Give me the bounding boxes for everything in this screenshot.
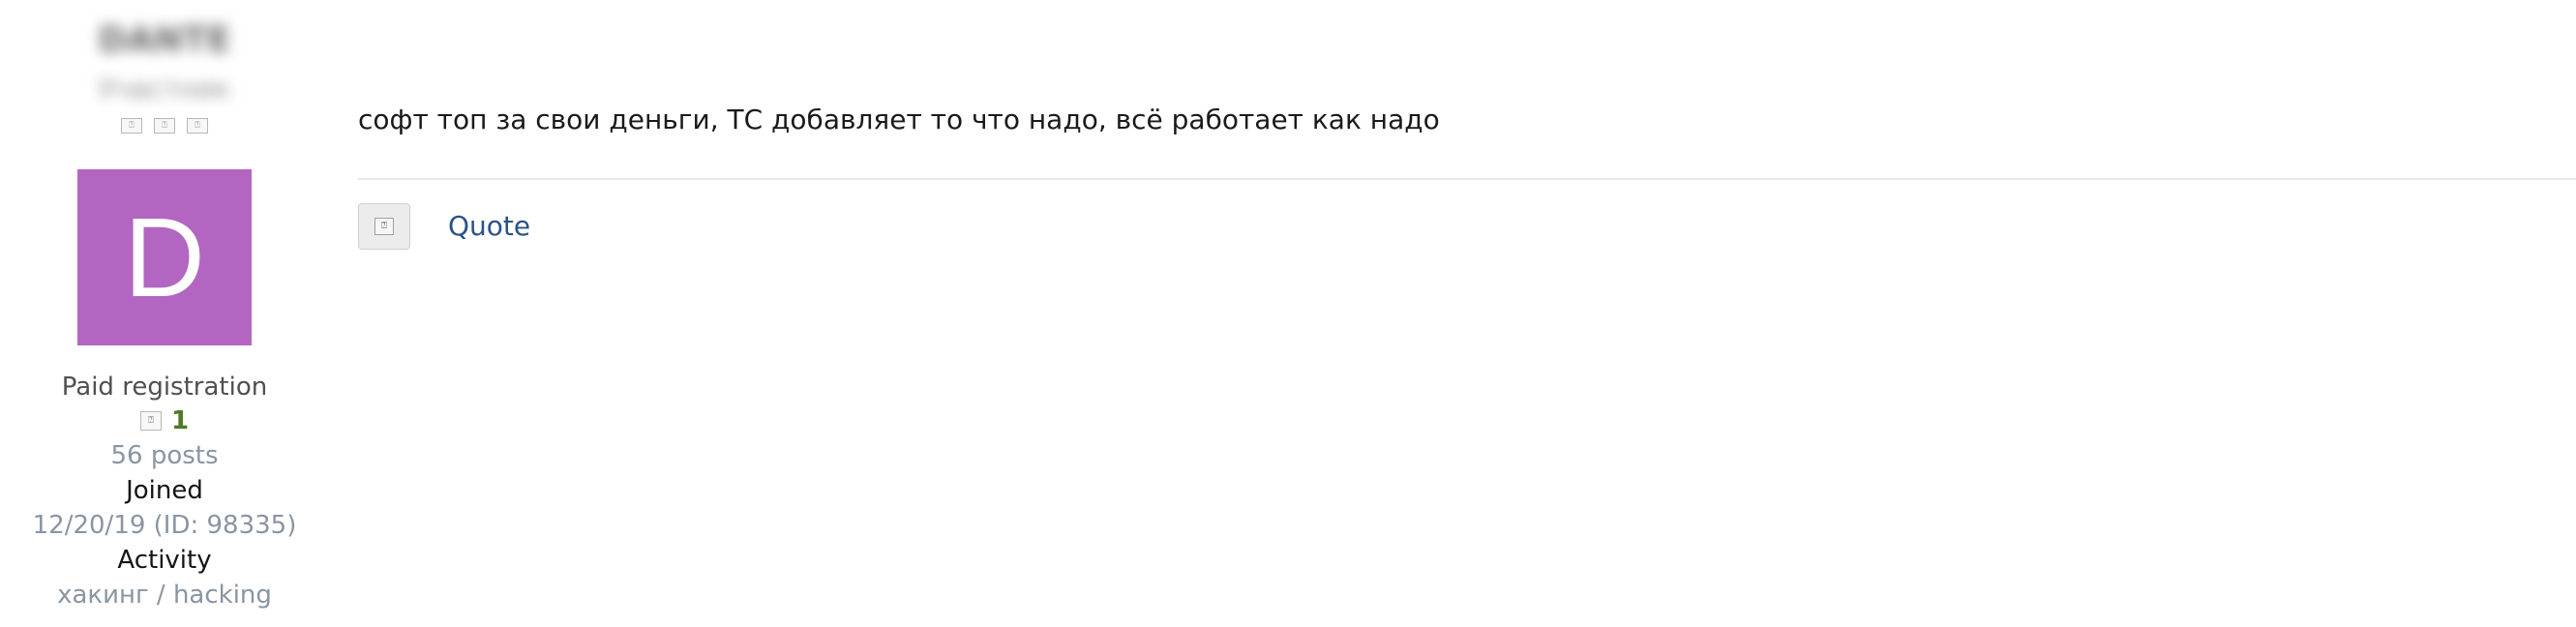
message-divider (358, 178, 2576, 180)
user-title: Участник (99, 73, 230, 104)
forum-post: DANTE Участник ⍰ ⍰ ⍰ D Paid registration… (0, 0, 2576, 627)
user-banners: ⍰ ⍰ ⍰ (0, 118, 329, 135)
banner-icon: ⍰ (154, 118, 175, 134)
posts-count[interactable]: 56 posts (0, 439, 329, 472)
message-body: софт топ за свои деньги, ТС добавляет то… (358, 104, 1440, 135)
user-group: Paid registration (61, 373, 268, 402)
like-icon: ⍰ (374, 218, 394, 235)
author-panel: DANTE Участник ⍰ ⍰ ⍰ D Paid registration… (0, 0, 329, 627)
avatar[interactable]: D (77, 169, 252, 345)
joined-label: Joined (126, 476, 203, 505)
reaction-score-value: 1 (170, 406, 190, 435)
activity-label: Activity (117, 546, 212, 575)
banner-icon: ⍰ (187, 118, 208, 134)
reaction-icon: ⍰ (139, 411, 162, 431)
activity-value: хакинг / hacking (57, 581, 272, 610)
joined-value: 12/20/19 (ID: 98335) (32, 511, 297, 540)
username[interactable]: DANTE (0, 19, 329, 62)
quote-link[interactable]: Quote (448, 209, 530, 244)
like-button[interactable]: ⍰ (358, 203, 410, 250)
reaction-score: ⍰ 1 (0, 404, 329, 437)
banner-icon: ⍰ (121, 118, 142, 134)
